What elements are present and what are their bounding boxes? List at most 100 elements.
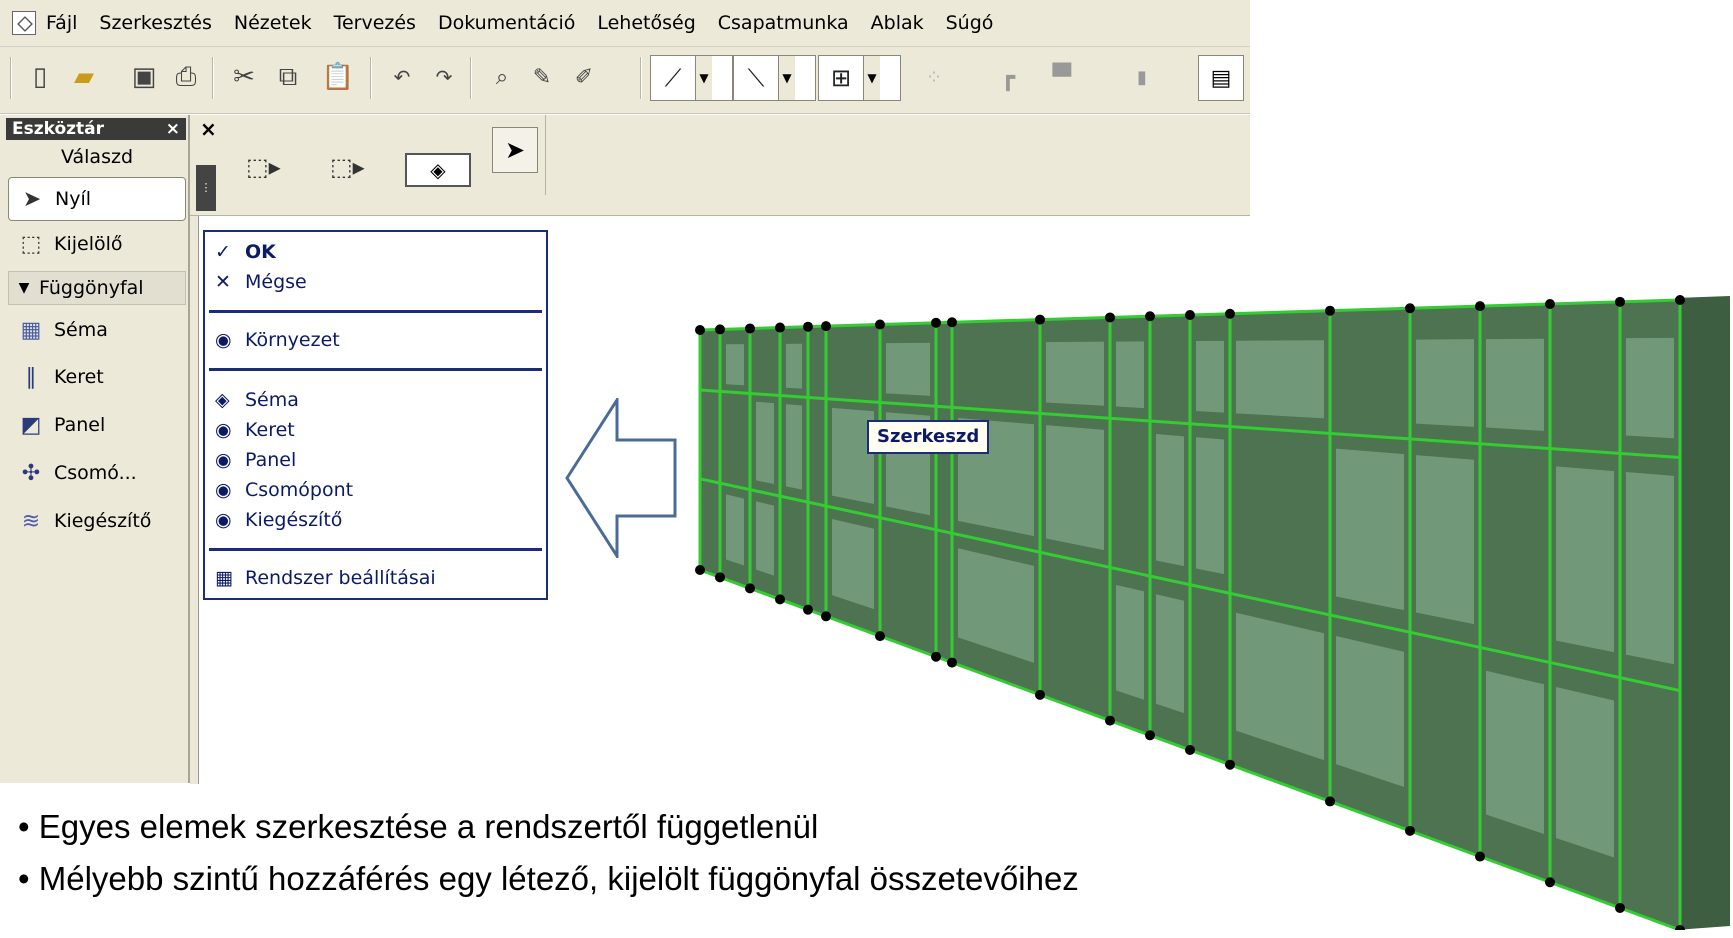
app-icon[interactable] [12, 11, 36, 35]
junction-node[interactable] [1185, 745, 1195, 755]
junction-node[interactable] [1405, 825, 1415, 836]
junction-node[interactable] [875, 631, 885, 642]
junction-node[interactable] [821, 611, 831, 622]
glass-panel[interactable] [886, 342, 930, 396]
junction-node[interactable] [875, 319, 885, 330]
junction-node[interactable] [695, 325, 705, 335]
glass-panel[interactable] [726, 344, 744, 386]
junction-node[interactable] [1105, 715, 1115, 726]
menu-item-environment[interactable]: ◉ Környezet [215, 326, 340, 354]
glass-panel[interactable] [1336, 635, 1404, 787]
glass-panel[interactable] [1336, 448, 1404, 611]
curtain-wall-group-header[interactable]: ▼ Függönyfal [8, 271, 186, 305]
junction-node[interactable] [1325, 305, 1335, 316]
junction-node[interactable] [947, 657, 957, 668]
menu-design[interactable]: Tervezés [334, 12, 416, 34]
junction-node[interactable] [1145, 311, 1155, 322]
tool-junction[interactable]: ✣ Csomó... [8, 451, 186, 495]
glass-panel[interactable] [786, 404, 802, 490]
glass-panel[interactable] [1046, 341, 1104, 406]
tool-panel[interactable]: ◩ Panel [8, 403, 186, 447]
menu-options[interactable]: Lehetőség [597, 12, 695, 34]
glass-panel[interactable] [756, 401, 774, 485]
junction-node[interactable] [1675, 295, 1685, 305]
menu-help[interactable]: Súgó [946, 12, 994, 34]
glass-panel[interactable] [1196, 340, 1224, 413]
glass-panel[interactable] [1116, 584, 1144, 700]
glass-panel[interactable] [1486, 338, 1544, 431]
edit-mode-button[interactable]: ◈ [405, 153, 471, 187]
menu-teamwork[interactable]: Csapatmunka [718, 12, 849, 34]
glass-panel[interactable] [1626, 337, 1674, 439]
chevron-down-icon[interactable]: ▼ [695, 56, 712, 100]
junction-node[interactable] [1225, 308, 1235, 319]
junction-node[interactable] [931, 317, 941, 328]
find-select-icon[interactable]: ⌕ [484, 59, 520, 95]
save-icon[interactable]: ▣ [126, 59, 162, 95]
junction-node[interactable] [931, 651, 941, 662]
toolbox-header[interactable]: Eszköztár × [6, 118, 186, 140]
junction-node[interactable] [1105, 312, 1115, 323]
glass-panel[interactable] [726, 494, 744, 566]
glass-panel[interactable] [1156, 434, 1184, 567]
junction-node[interactable] [1035, 314, 1045, 325]
menu-item-accessory[interactable]: ◉ Kiegészítő [215, 506, 342, 534]
arrow-select-button[interactable]: ➤ [492, 127, 538, 173]
junction-node[interactable] [1405, 303, 1415, 314]
junction-node[interactable] [1545, 877, 1555, 888]
junction-node[interactable] [1325, 796, 1335, 807]
junction-node[interactable] [1475, 851, 1485, 862]
menu-item-junction[interactable]: ◉ Csomópont [215, 476, 353, 504]
chevron-down-icon[interactable]: ▼ [863, 56, 880, 100]
junction-node[interactable] [1615, 902, 1625, 913]
junction-node[interactable] [1615, 296, 1625, 307]
junction-node[interactable] [745, 583, 755, 594]
junction-node[interactable] [1035, 689, 1045, 700]
glass-panel[interactable] [832, 519, 874, 610]
glass-panel[interactable] [1046, 425, 1104, 551]
layers-button[interactable]: ▤ [1198, 55, 1244, 101]
cut-icon[interactable]: ✂ [226, 59, 262, 95]
glass-panel[interactable] [1626, 472, 1674, 665]
tool-arrow[interactable]: ➤ Nyíl [8, 177, 186, 221]
scheme-edit-icon[interactable]: ⬚▸ [246, 153, 281, 181]
toolbar-grip[interactable] [10, 57, 12, 99]
tool-marquee[interactable]: ⬚ Kijelölő [8, 222, 186, 266]
glass-panel[interactable] [1556, 687, 1614, 858]
copy-icon[interactable]: ⧉ [270, 59, 306, 95]
inject-parameters-icon[interactable]: ✐ [566, 59, 602, 95]
glass-panel[interactable] [1236, 340, 1324, 419]
close-icon[interactable]: × [166, 119, 180, 139]
glass-panel[interactable] [756, 501, 774, 576]
redo-icon[interactable]: ↷ [426, 59, 462, 95]
menu-item-system-settings[interactable]: ▦ Rendszer beállításai [215, 564, 436, 592]
junction-node[interactable] [803, 321, 813, 332]
paste-icon[interactable]: 📋 [320, 59, 356, 95]
menu-item-ok[interactable]: ✓ OK [215, 238, 276, 266]
junction-node[interactable] [715, 324, 725, 335]
close-icon[interactable]: × [200, 117, 217, 141]
gravity-dropdown[interactable]: ⟋ ▼ [650, 55, 733, 101]
glass-panel[interactable] [1116, 341, 1144, 409]
print-icon[interactable]: ⎙ [168, 59, 204, 95]
menu-item-panel[interactable]: ◉ Panel [215, 446, 296, 474]
menu-edit[interactable]: Szerkesztés [99, 12, 211, 34]
junction-node[interactable] [1145, 730, 1155, 741]
glass-panel[interactable] [1416, 455, 1474, 625]
glass-panel[interactable] [1196, 437, 1224, 575]
tool-accessory[interactable]: ≋ Kiegészítő [8, 499, 186, 543]
glass-panel[interactable] [1156, 594, 1184, 714]
junction-node[interactable] [715, 572, 725, 583]
junction-node[interactable] [745, 323, 755, 334]
menu-item-frame[interactable]: ◉ Keret [215, 416, 295, 444]
pick-up-parameters-icon[interactable]: ✎ [524, 59, 560, 95]
chevron-down-icon[interactable]: ▼ [778, 56, 795, 100]
glass-panel[interactable] [1416, 339, 1474, 427]
junction-node[interactable] [803, 604, 813, 615]
new-file-icon[interactable]: ▯ [22, 59, 58, 95]
junction-node[interactable] [695, 565, 705, 575]
menu-document[interactable]: Dokumentáció [438, 12, 575, 34]
junction-node[interactable] [1225, 759, 1235, 770]
junction-node[interactable] [1545, 298, 1555, 309]
tool-frame[interactable]: ∥ Keret [8, 355, 186, 399]
